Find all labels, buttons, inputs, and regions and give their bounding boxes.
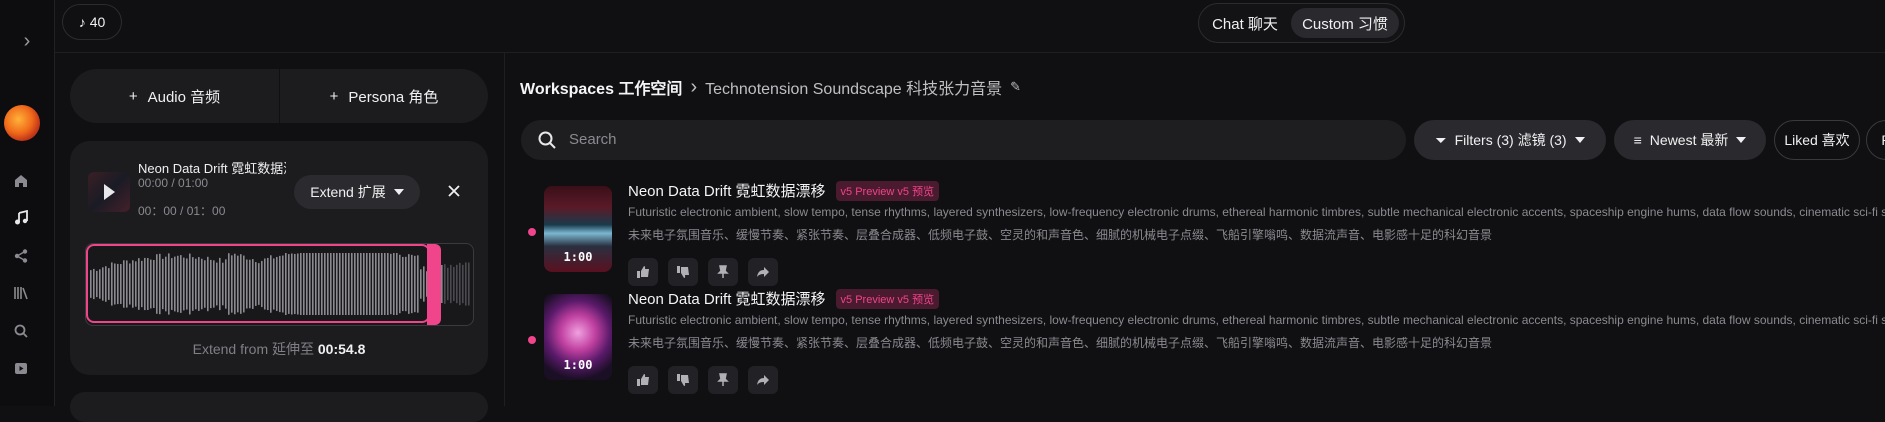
song-title[interactable]: Neon Data Drift 霓虹数据漂移 bbox=[628, 288, 826, 309]
credits-count: 40 bbox=[89, 14, 106, 30]
search-icon[interactable] bbox=[8, 318, 34, 344]
play-icon[interactable] bbox=[8, 355, 34, 381]
plus-icon: + bbox=[128, 87, 138, 105]
new-dot bbox=[528, 336, 536, 344]
song-duration: 1:00 bbox=[563, 250, 593, 264]
extend-from: Extend from 延伸至 00:54.8 bbox=[70, 339, 488, 359]
mode-toggle: Chat 聊天 Custom 习惯 bbox=[1198, 3, 1405, 43]
add-persona-button[interactable]: + Persona 角色 bbox=[280, 69, 488, 123]
song-row[interactable]: 1:00 Neon Data Drift 霓虹数据漂移 v5 Preview v… bbox=[520, 288, 1885, 413]
liked-label: Liked 喜欢 bbox=[1784, 132, 1850, 148]
chevron-right-icon[interactable]: › bbox=[10, 28, 44, 54]
dislike-icon[interactable] bbox=[668, 366, 698, 394]
song-description: Futuristic electronic ambient, slow temp… bbox=[628, 313, 1885, 327]
selection-region[interactable] bbox=[86, 244, 430, 323]
like-icon[interactable] bbox=[628, 258, 658, 286]
song-cover[interactable]: 1:00 bbox=[544, 186, 612, 272]
version-badge: v5 Preview v5 预览 bbox=[835, 180, 940, 201]
play-icon bbox=[104, 184, 115, 200]
chevron-down-icon bbox=[1736, 137, 1747, 143]
top-bar bbox=[54, 0, 1885, 53]
dislike-icon[interactable] bbox=[668, 258, 698, 286]
next-card bbox=[70, 392, 488, 422]
add-audio-button[interactable]: + Audio 音频 bbox=[70, 69, 279, 123]
extend-label: Extend 扩展 bbox=[310, 184, 386, 200]
custom-mode-button[interactable]: Custom 习惯 bbox=[1291, 8, 1399, 38]
library-icon[interactable] bbox=[8, 280, 34, 306]
extend-from-value[interactable]: 00:54.8 bbox=[318, 341, 365, 357]
breadcrumb: Workspaces 工作空间 › Technotension Soundsca… bbox=[520, 75, 1021, 99]
breadcrumb-current: Technotension Soundscape 科技张力音景 bbox=[705, 81, 1003, 98]
add-persona-label: Persona 角色 bbox=[348, 88, 439, 106]
extend-dropdown[interactable]: Extend 扩展 bbox=[294, 175, 420, 209]
waveform-bar bbox=[462, 264, 464, 304]
add-audio-label: Audio 音频 bbox=[147, 88, 221, 106]
filters-button[interactable]: ⏷ Filters (3) 滤镜 (3) bbox=[1414, 120, 1606, 160]
song-title[interactable]: Neon Data Drift 霓虹数据漂移 bbox=[628, 180, 826, 201]
breadcrumb-workspaces[interactable]: Workspaces 工作空间 bbox=[520, 75, 682, 99]
sort-label: Newest 最新 bbox=[1649, 132, 1729, 148]
waveform-bar bbox=[468, 262, 470, 306]
breadcrumb-separator: › bbox=[690, 75, 698, 98]
waveform-bar bbox=[444, 264, 446, 304]
waveform-bar bbox=[447, 267, 449, 301]
extend-time-zh: 00：00 / 01：00 bbox=[138, 204, 226, 218]
filters-label: Filters (3) 滤镜 (3) bbox=[1454, 132, 1567, 148]
app-logo[interactable] bbox=[4, 105, 40, 141]
pin-icon[interactable] bbox=[708, 366, 738, 394]
search-bar[interactable]: Search bbox=[521, 120, 1406, 160]
waveform-selector[interactable] bbox=[85, 243, 474, 326]
chevron-down-icon bbox=[393, 189, 404, 195]
song-duration: 1:00 bbox=[563, 358, 593, 372]
filter-icon: ⏷ bbox=[1435, 131, 1447, 148]
chat-mode-button[interactable]: Chat 聊天 bbox=[1203, 8, 1287, 38]
search-icon bbox=[538, 131, 556, 149]
waveform-bar bbox=[459, 262, 461, 306]
plus-icon: + bbox=[329, 87, 339, 105]
more-filter-label: P bbox=[1881, 132, 1885, 148]
share-icon[interactable] bbox=[8, 243, 34, 269]
extend-time: 00:00 / 01:00 bbox=[138, 176, 209, 190]
waveform-bar bbox=[450, 264, 452, 304]
song-description-zh: 未来电子氛围音乐、缓慢节奏、紧张节奏、层叠合成器、低频电子鼓、空灵的和声音色、细… bbox=[628, 336, 1493, 350]
waveform-bar bbox=[465, 262, 467, 306]
waveform-bar bbox=[456, 264, 458, 304]
pin-icon[interactable] bbox=[708, 258, 738, 286]
selection-handle[interactable] bbox=[427, 244, 441, 325]
pencil-icon[interactable]: ✎ bbox=[1010, 79, 1021, 95]
search-input[interactable]: Search bbox=[569, 131, 617, 148]
sort-button[interactable]: ≡ Newest 最新 bbox=[1614, 120, 1766, 160]
song-row[interactable]: 1:00 Neon Data Drift 霓虹数据漂移 v5 Preview v… bbox=[520, 180, 1885, 305]
waveform-bar bbox=[453, 266, 455, 302]
side-nav: › bbox=[0, 0, 55, 406]
sort-icon: ≡ bbox=[1633, 132, 1642, 148]
liked-button[interactable]: Liked 喜欢 bbox=[1774, 120, 1860, 160]
song-description: Futuristic electronic ambient, slow temp… bbox=[628, 205, 1885, 219]
credits-badge[interactable]: ♪ 40 bbox=[62, 4, 122, 40]
extend-song-title: Neon Data Drift 霓虹数据漂移 bbox=[138, 161, 286, 176]
music-icon[interactable] bbox=[8, 205, 34, 231]
version-badge: v5 Preview v5 预览 bbox=[835, 288, 940, 309]
new-dot bbox=[528, 228, 536, 236]
like-icon[interactable] bbox=[628, 366, 658, 394]
add-row: + Audio 音频 + Persona 角色 bbox=[70, 69, 488, 123]
share-icon[interactable] bbox=[748, 258, 778, 286]
chevron-down-icon bbox=[1574, 137, 1585, 143]
waveform-bar bbox=[441, 264, 443, 304]
song-thumbnail[interactable] bbox=[88, 172, 130, 212]
song-cover[interactable]: 1:00 bbox=[544, 294, 612, 380]
extend-from-label: Extend from 延伸至 bbox=[192, 341, 314, 357]
song-description-zh: 未来电子氛围音乐、缓慢节奏、紧张节奏、层叠合成器、低频电子鼓、空灵的和声音色、细… bbox=[628, 228, 1493, 242]
share-icon[interactable] bbox=[748, 366, 778, 394]
home-icon[interactable] bbox=[8, 168, 34, 194]
music-note-icon: ♪ bbox=[78, 14, 86, 30]
more-filter-button[interactable]: P bbox=[1866, 120, 1885, 160]
close-icon[interactable] bbox=[446, 183, 462, 199]
